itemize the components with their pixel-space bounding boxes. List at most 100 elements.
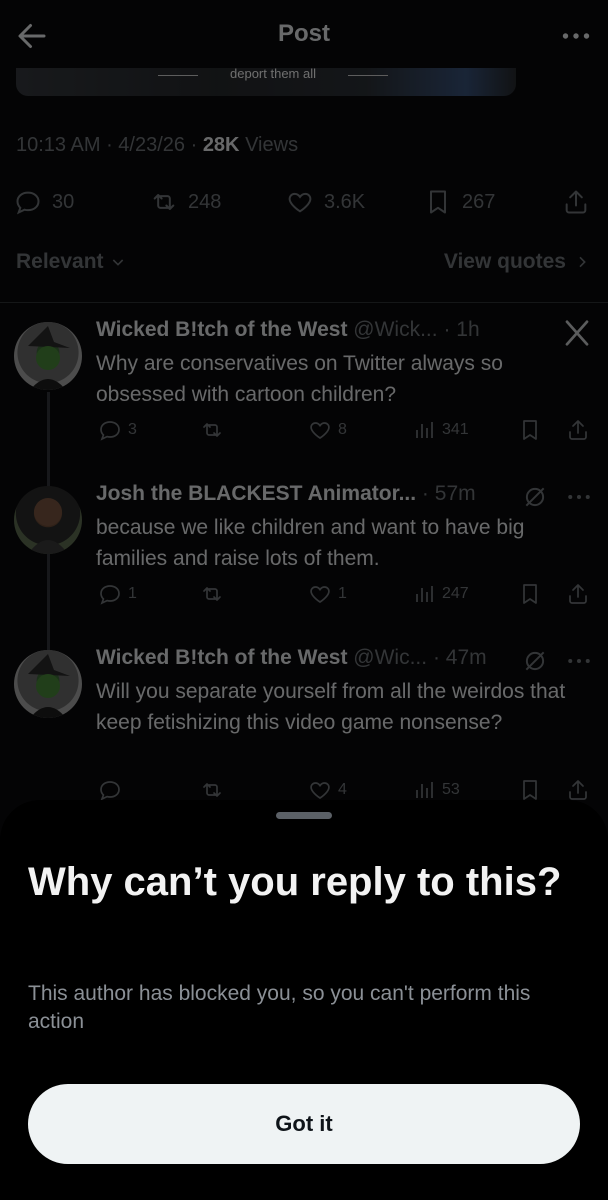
tweet-header: Wicked B!tch of the West @Wick... · 1h: [96, 318, 480, 341]
bookmark-icon: [523, 420, 537, 440]
share-icon: [565, 190, 587, 214]
repost-button[interactable]: [200, 418, 224, 442]
views-count: 247: [442, 585, 469, 602]
repost-icon: [203, 587, 221, 601]
tweet-time: 1h: [456, 318, 480, 341]
post-date: 4/23/26: [118, 134, 186, 156]
bookmark-button[interactable]: [518, 778, 542, 802]
heart-icon: [310, 782, 330, 800]
reply-button[interactable]: [98, 778, 128, 802]
like-count: 1: [338, 585, 347, 602]
views-button[interactable]: 53: [412, 778, 460, 802]
repost-icon: [203, 423, 221, 437]
views-count: 341: [442, 421, 469, 438]
like-button[interactable]: 8: [308, 418, 347, 442]
post-time: 10:13 AM: [16, 134, 101, 156]
tweet-header: Josh the BLACKEST Animator... · 57m: [96, 482, 476, 505]
views-count: 28K: [202, 134, 240, 156]
repost-icon: [203, 783, 221, 797]
avatar[interactable]: [14, 650, 82, 718]
like-count: 8: [338, 421, 347, 438]
post-action-bar: 30 248 3.6K 267: [0, 182, 608, 222]
heart-icon: [310, 586, 330, 604]
views-count: 53: [442, 781, 460, 798]
tweet-header: Wicked B!tch of the West @Wic... · 47m: [96, 646, 487, 669]
tweet-text: Will you separate yourself from all the …: [96, 680, 566, 734]
reply-count: 1: [128, 585, 137, 602]
author-handle[interactable]: @Wick...: [353, 318, 437, 341]
person-avatar-icon: [28, 498, 68, 554]
share-icon: [569, 780, 587, 800]
got-it-button[interactable]: Got it: [28, 1084, 580, 1164]
like-button[interactable]: 3.6K: [286, 182, 365, 222]
reply-icon: [100, 421, 120, 441]
repost-button[interactable]: [200, 582, 224, 606]
author-name[interactable]: Wicked B!tch of the West: [96, 646, 347, 669]
bookmark-button[interactable]: 267: [424, 182, 495, 222]
author-name[interactable]: Wicked B!tch of the West: [96, 318, 347, 341]
bookmark-button[interactable]: [518, 582, 542, 606]
bookmark-count: 267: [462, 190, 496, 213]
sheet-message: This author has blocked you, so you can'…: [28, 982, 531, 1033]
witch-avatar-icon: [28, 654, 70, 718]
reply-tweet[interactable]: Wicked B!tch of the West @Wick... · 1h W…: [0, 316, 608, 466]
tweet-time: 47m: [445, 646, 487, 669]
repost-button[interactable]: [200, 778, 224, 802]
reply-button[interactable]: 30: [14, 182, 74, 222]
views-button[interactable]: 247: [412, 582, 469, 606]
bookmark-icon: [523, 584, 537, 604]
author-name[interactable]: Josh the BLACKEST Animator...: [96, 482, 416, 505]
share-button[interactable]: [566, 582, 590, 606]
sort-label: Relevant: [16, 250, 104, 273]
tweet-text: because we like children and want to hav…: [96, 516, 525, 570]
grok-icon[interactable]: [522, 484, 548, 510]
like-count: 3.6K: [324, 190, 366, 213]
like-button[interactable]: 1: [308, 582, 347, 606]
reply-tweet[interactable]: Wicked B!tch of the West @Wic... · 47m W…: [0, 644, 608, 804]
reply-sort-bar: Relevant View quotes: [0, 246, 608, 282]
view-quotes-link[interactable]: View quotes: [444, 250, 590, 274]
sheet-drag-handle[interactable]: [276, 812, 332, 819]
like-button[interactable]: 4: [308, 778, 347, 802]
tweet-text: Why are conservatives on Twitter always …: [96, 352, 503, 406]
post-page: Post deport them all 10:13 AM · 4/23/26 …: [0, 0, 608, 1200]
views-label: Views: [245, 134, 299, 156]
grok-icon[interactable]: [522, 648, 548, 674]
reply-icon: [16, 191, 40, 215]
share-button[interactable]: [562, 182, 590, 222]
reply-tweet[interactable]: Josh the BLACKEST Animator... · 57m beca…: [0, 480, 608, 630]
like-count: 4: [338, 781, 347, 798]
view-quotes-label: View quotes: [443, 250, 566, 273]
views-button[interactable]: 341: [412, 418, 469, 442]
x-logo-icon: [565, 320, 589, 346]
tweet-time: 57m: [434, 482, 476, 505]
repost-button[interactable]: 248: [150, 182, 221, 222]
repost-count: 248: [188, 190, 222, 213]
more-options-icon[interactable]: [564, 646, 594, 676]
bar-chart-icon: [416, 422, 433, 438]
chevron-right-icon: [579, 256, 586, 268]
more-options-icon[interactable]: [558, 18, 594, 54]
heart-icon: [310, 422, 330, 440]
bookmark-button[interactable]: [518, 418, 542, 442]
reply-button[interactable]: 3: [98, 418, 137, 442]
chevron-down-icon: [112, 259, 123, 266]
blocked-reply-sheet: Why can’t you reply to this? This author…: [0, 800, 608, 1200]
post-metadata: 10:13 AM · 4/23/26 · 28K Views: [16, 134, 299, 156]
bookmark-icon: [430, 190, 446, 214]
share-icon: [569, 584, 587, 604]
page-title: Post: [277, 20, 330, 47]
sheet-title: Why can’t you reply to this?: [28, 860, 562, 904]
divider: [0, 302, 608, 303]
heart-icon: [288, 192, 312, 213]
share-button[interactable]: [566, 418, 590, 442]
more-options-icon[interactable]: [564, 482, 594, 512]
tweet-action-bar: 1 1 247: [96, 582, 596, 614]
reply-button[interactable]: 1: [98, 582, 137, 606]
sort-dropdown[interactable]: Relevant: [16, 250, 126, 274]
avatar[interactable]: [14, 322, 82, 390]
avatar[interactable]: [14, 486, 82, 554]
share-icon: [569, 420, 587, 440]
share-button[interactable]: [566, 778, 590, 802]
author-handle[interactable]: @Wic...: [353, 646, 427, 669]
